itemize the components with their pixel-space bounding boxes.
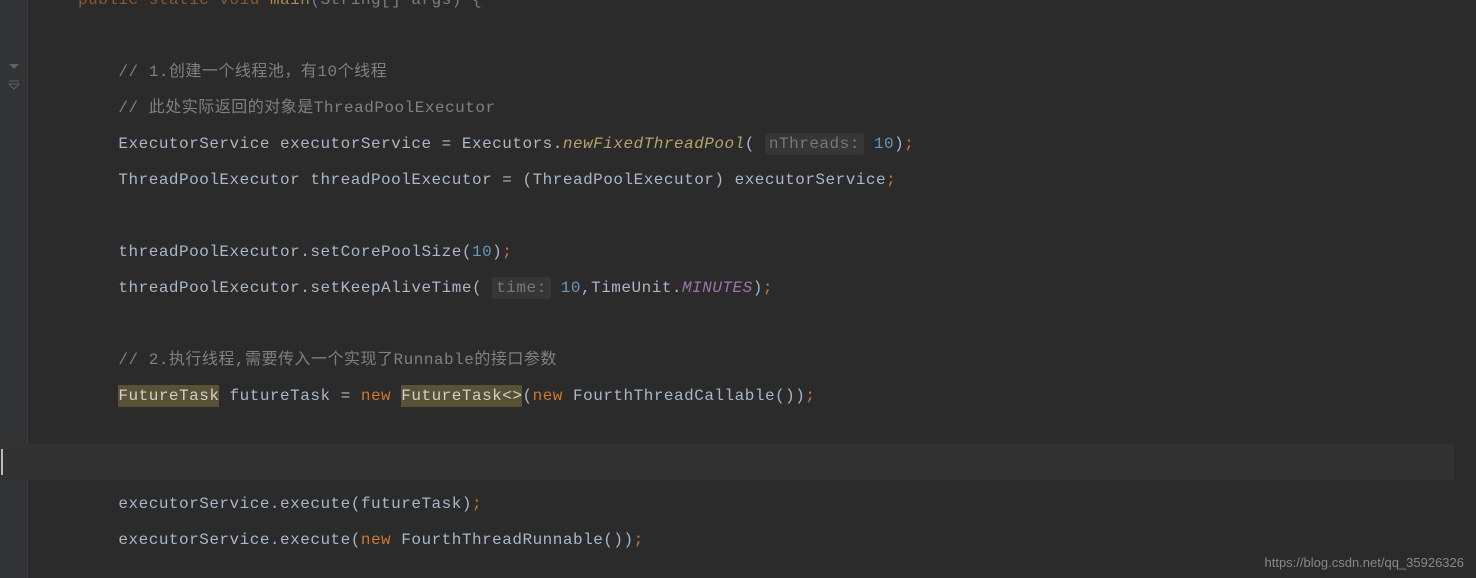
text-caret <box>1 449 3 475</box>
code-line[interactable] <box>78 450 1476 486</box>
code-line[interactable]: // 2.执行线程,需要传入一个实现了Runnable的接口参数 <box>78 342 1476 378</box>
code-line[interactable]: executorService.execute(new FourthThread… <box>78 522 1476 558</box>
highlighted-text[interactable]: FutureTask <box>118 385 219 407</box>
code-area[interactable]: public static void main(String[] args) {… <box>28 0 1476 578</box>
fold-icon[interactable] <box>6 78 22 94</box>
highlighted-text[interactable]: FutureTask<> <box>401 385 522 407</box>
code-line[interactable]: public static void main(String[] args) { <box>78 0 1476 18</box>
code-line[interactable] <box>78 18 1476 54</box>
code-line[interactable]: executorService.execute(futureTask); <box>78 486 1476 522</box>
code-editor[interactable]: public static void main(String[] args) {… <box>0 0 1476 578</box>
watermark-text: https://blog.csdn.net/qq_35926326 <box>1265 555 1465 570</box>
code-line[interactable]: ExecutorService executorService = Execut… <box>78 126 1476 162</box>
code-line[interactable] <box>78 306 1476 342</box>
fold-icon[interactable] <box>6 60 22 76</box>
code-line[interactable]: threadPoolExecutor.setCorePoolSize(10); <box>78 234 1476 270</box>
code-line[interactable] <box>78 414 1476 450</box>
code-line[interactable]: // 1.创建一个线程池，有10个线程 <box>78 54 1476 90</box>
code-line[interactable] <box>78 198 1476 234</box>
code-line[interactable]: ThreadPoolExecutor threadPoolExecutor = … <box>78 162 1476 198</box>
code-line[interactable]: // 此处实际返回的对象是ThreadPoolExecutor <box>78 90 1476 126</box>
code-line[interactable]: FutureTask futureTask = new FutureTask<>… <box>78 378 1476 414</box>
code-line[interactable]: threadPoolExecutor.setKeepAliveTime( tim… <box>78 270 1476 306</box>
editor-gutter <box>0 0 28 578</box>
